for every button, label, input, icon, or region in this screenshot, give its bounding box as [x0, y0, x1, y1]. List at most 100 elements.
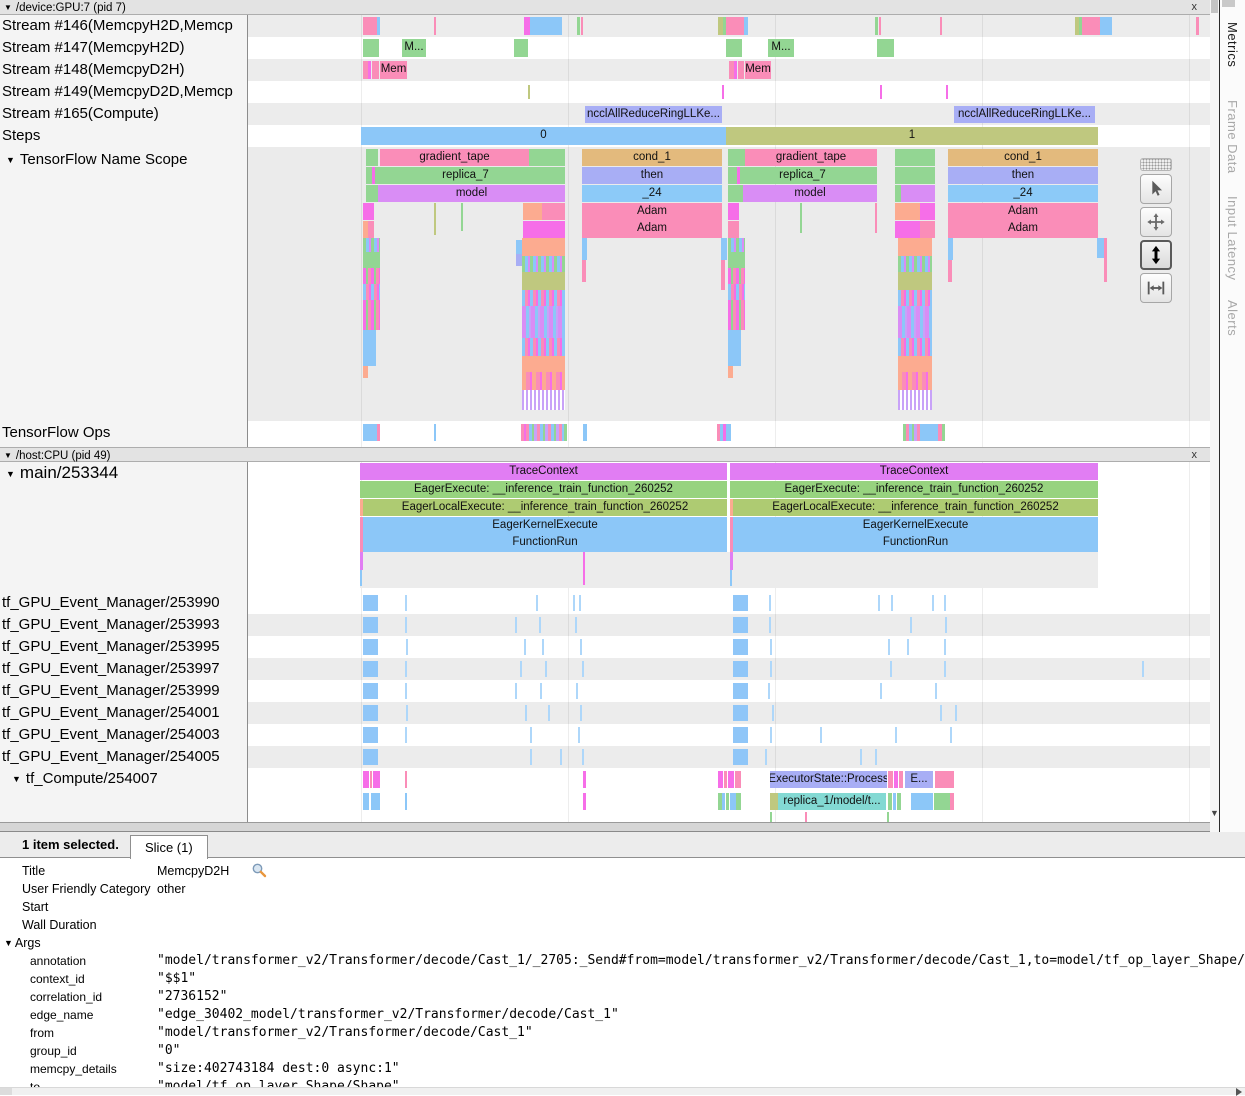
- trace-event-model[interactable]: model: [743, 185, 877, 202]
- trace-event-bar[interactable]: [582, 260, 586, 282]
- pan-tool-button[interactable]: [1140, 207, 1172, 237]
- trace-event-bar[interactable]: [728, 366, 733, 378]
- trace-event-then[interactable]: then: [582, 167, 722, 184]
- trace-event-bar[interactable]: [911, 793, 933, 810]
- trace-event-bar[interactable]: [880, 85, 882, 99]
- trace-event-bar[interactable]: [935, 771, 954, 788]
- trace-event-bar[interactable]: [539, 617, 541, 633]
- trace-event-bar[interactable]: [942, 424, 945, 441]
- trace-event-bar[interactable]: [735, 771, 741, 788]
- trace-event-then[interactable]: then: [948, 167, 1098, 184]
- trace-event-bar[interactable]: [875, 203, 877, 233]
- trace-event-bar[interactable]: [770, 727, 772, 743]
- trace-event-bar[interactable]: [860, 749, 862, 765]
- trace-event-bar[interactable]: [579, 595, 581, 611]
- trace-event-bar[interactable]: [888, 793, 892, 810]
- trace-event-ncclallreduceringllke-[interactable]: ncclAllReduceRingLLKe...: [585, 106, 722, 123]
- trace-event-bar[interactable]: [523, 203, 542, 220]
- collapse-arrow[interactable]: ▼: [4, 934, 13, 952]
- trace-event-bar[interactable]: [542, 639, 544, 655]
- trace-event-bar[interactable]: [887, 812, 889, 822]
- trace-event-bar[interactable]: [733, 617, 748, 633]
- trace-event-bar[interactable]: [728, 221, 739, 238]
- trace-event-bar[interactable]: [726, 424, 731, 441]
- trace-event-bar[interactable]: [530, 749, 532, 765]
- trace-event-bar[interactable]: [368, 61, 371, 79]
- trace-event-m-[interactable]: M...: [402, 39, 426, 57]
- trace-event-e-[interactable]: E...: [905, 771, 933, 788]
- trace-event-bar[interactable]: [372, 167, 375, 184]
- vertical-scrollbar[interactable]: ▼: [1210, 0, 1219, 832]
- trace-event-bar[interactable]: [877, 39, 894, 57]
- trace-event-cond-1[interactable]: cond_1: [582, 149, 722, 166]
- trace-event-bar[interactable]: [772, 705, 774, 721]
- host-section-close-button[interactable]: x: [1189, 448, 1201, 462]
- trace-event-bar[interactable]: [728, 252, 745, 268]
- trace-event-bar[interactable]: [536, 595, 538, 611]
- trace-event-bar[interactable]: [922, 424, 938, 441]
- trace-event-bar[interactable]: [405, 661, 407, 677]
- trace-event-bar[interactable]: [405, 617, 407, 633]
- trace-event-bar[interactable]: [363, 17, 377, 35]
- trace-event-bar[interactable]: [888, 771, 893, 788]
- trace-event-bar[interactable]: [910, 617, 912, 633]
- trace-event-bar[interactable]: [722, 793, 725, 810]
- trace-event-bar[interactable]: [1082, 17, 1100, 35]
- trace-event-bar[interactable]: [946, 85, 948, 99]
- trace-event-bar[interactable]: [522, 390, 565, 410]
- trace-event-eagerexecute-inference-train-fun[interactable]: EagerExecute: __inference_train_function…: [730, 481, 1098, 498]
- trace-event-eagerlocalexecute-inference-trai[interactable]: EagerLocalExecute: __inference_train_fun…: [733, 499, 1098, 516]
- trace-event-bar[interactable]: [372, 61, 379, 79]
- trace-event-bar[interactable]: [730, 552, 733, 570]
- trace-event-eagerkernelexecute[interactable]: EagerKernelExecute: [363, 517, 727, 534]
- trace-event-bar[interactable]: [582, 749, 584, 765]
- trace-event-bar[interactable]: [722, 85, 724, 99]
- trace-event-bar[interactable]: [718, 771, 723, 788]
- trace-event-bar[interactable]: [890, 661, 892, 677]
- trace-event-mem[interactable]: Mem: [380, 61, 407, 79]
- trace-event-bar[interactable]: [728, 203, 739, 220]
- trace-event-bar[interactable]: [363, 300, 380, 330]
- trace-event-bar[interactable]: [736, 793, 741, 810]
- trace-event-bar[interactable]: [726, 39, 742, 57]
- trace-event-bar[interactable]: [582, 661, 584, 677]
- trace-event-bar[interactable]: [406, 639, 408, 655]
- trace-event-mem[interactable]: Mem: [745, 61, 771, 79]
- zoom-vertical-tool-button[interactable]: [1140, 240, 1172, 270]
- trace-event-bar[interactable]: [878, 595, 880, 611]
- trace-event-bar[interactable]: [898, 306, 932, 322]
- trace-event-0[interactable]: 0: [361, 127, 726, 145]
- trace-event-eagerkernelexecute[interactable]: EagerKernelExecute: [733, 517, 1098, 534]
- selection-tool-button[interactable]: [1140, 174, 1172, 204]
- trace-event-bar[interactable]: [768, 683, 770, 699]
- trace-event-bar[interactable]: [583, 552, 585, 585]
- trace-event-bar[interactable]: [405, 683, 407, 699]
- trace-event-bar[interactable]: [363, 727, 378, 743]
- trace-event-bar[interactable]: [363, 284, 380, 300]
- trace-event-bar[interactable]: [891, 595, 893, 611]
- trace-event-bar[interactable]: [405, 771, 407, 788]
- trace-event-bar[interactable]: [733, 683, 748, 699]
- timing-span-tool-button[interactable]: [1140, 273, 1172, 303]
- trace-event-bar[interactable]: [560, 749, 562, 765]
- trace-event-bar[interactable]: [875, 749, 877, 765]
- trace-event-bar[interactable]: [898, 290, 932, 306]
- trace-event-bar[interactable]: [583, 793, 586, 810]
- trace-event-bar[interactable]: [405, 793, 407, 810]
- trace-event-bar[interactable]: [514, 39, 528, 57]
- trace-event-bar[interactable]: [522, 256, 565, 272]
- trace-event-bar[interactable]: [363, 330, 376, 366]
- trace-event-bar[interactable]: [581, 17, 583, 35]
- trace-event-bar[interactable]: [363, 203, 374, 220]
- trace-event-bar[interactable]: [368, 221, 374, 238]
- trace-event-bar[interactable]: [730, 570, 732, 586]
- trace-event-bar[interactable]: [898, 356, 932, 372]
- trace-event-bar[interactable]: [526, 424, 564, 441]
- trace-event-gradient-tape[interactable]: gradient_tape: [745, 149, 877, 166]
- trace-event-bar[interactable]: [940, 705, 942, 721]
- trace-event-bar[interactable]: [769, 595, 771, 611]
- trace-event-bar[interactable]: [805, 812, 807, 822]
- trace-event-bar[interactable]: [522, 238, 565, 256]
- trace-event-bar[interactable]: [894, 771, 898, 788]
- trace-event-bar[interactable]: [1142, 661, 1144, 677]
